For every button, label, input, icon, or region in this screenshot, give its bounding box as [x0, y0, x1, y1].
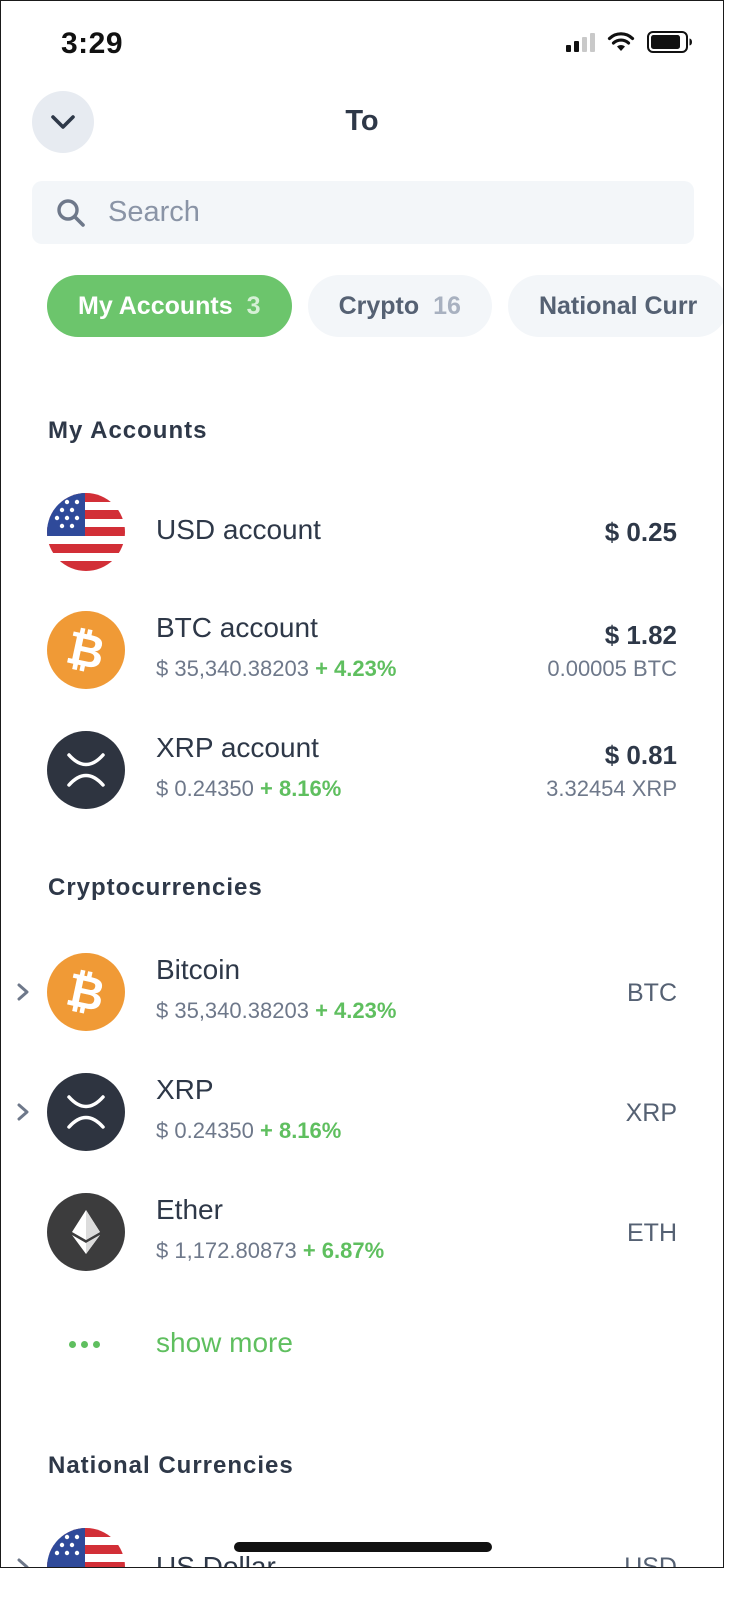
crypto-code: ETH [627, 1219, 677, 1247]
crypto-row-ether[interactable]: Ether $ 1,172.80873 + 6.87% ETH [1, 1182, 723, 1282]
more-dots-icon [69, 1341, 100, 1348]
chip-label: My Accounts [78, 291, 233, 320]
chip-count: 3 [246, 291, 261, 320]
status-time: 3:29 [61, 27, 124, 60]
price-change: + 6.87% [302, 1238, 385, 1263]
chevron-right-icon [17, 1103, 29, 1121]
section-title-my-accounts: My Accounts [48, 417, 208, 444]
show-more-label: show more [156, 1327, 293, 1358]
home-indicator[interactable] [234, 1542, 492, 1552]
crypto-name: Ether [156, 1194, 223, 1225]
xrp-icon [47, 731, 125, 809]
account-row-xrp[interactable]: XRP account $ 0.24350 + 8.16% $ 0.81 3.3… [1, 720, 723, 820]
price-value: $ 0.24350 [156, 1118, 254, 1143]
crypto-code: XRP [625, 1099, 677, 1127]
ether-icon [47, 1193, 125, 1271]
chevron-right-icon [17, 983, 29, 1001]
account-balance-btc: $ 1.82 [604, 620, 677, 650]
price-change: + 4.23% [315, 656, 397, 681]
crypto-row-xrp[interactable]: XRP $ 0.24350 + 8.16% XRP [1, 1062, 723, 1162]
account-row-usd[interactable]: USD account $ 0.25 [1, 482, 723, 582]
chip-crypto[interactable]: Crypto 16 [307, 275, 492, 337]
crypto-price: $ 1,172.80873 + 6.87% [156, 1238, 384, 1264]
chip-label: National Curr [538, 291, 698, 320]
account-native-balance: 3.32454 XRP [546, 776, 677, 801]
crypto-row-bitcoin[interactable]: ₿ Bitcoin $ 35,340.38203 + 4.23% BTC [1, 942, 723, 1042]
account-name: BTC account [156, 612, 318, 643]
chevron-right-icon [17, 1558, 29, 1567]
xrp-icon [47, 1073, 125, 1151]
account-row-btc[interactable]: ₿ BTC account $ 35,340.38203 + 4.23% $ 1… [1, 600, 723, 700]
price-change: + 8.16% [260, 1118, 342, 1143]
price-value: $ 35,340.38203 [156, 998, 309, 1023]
search-bar[interactable] [32, 181, 694, 244]
currency-code: USD [624, 1553, 677, 1568]
account-name: XRP account [156, 732, 319, 763]
price-change: + 8.16% [260, 776, 342, 801]
price-value: $ 0.24350 [156, 776, 254, 801]
account-balance-usd: $ 0.25 [604, 517, 677, 547]
crypto-name: Bitcoin [156, 954, 241, 985]
crypto-name: XRP [156, 1074, 214, 1105]
section-title-national-currencies: National Currencies [48, 1452, 294, 1479]
search-input[interactable] [108, 196, 668, 229]
account-price: $ 35,340.38203 + 4.23% [156, 656, 396, 682]
account-balance-xrp: $ 0.81 [604, 740, 677, 770]
account-price: $ 0.24350 + 8.16% [156, 776, 341, 802]
section-title-cryptocurrencies: Cryptocurrencies [48, 874, 263, 901]
us-flag-icon [47, 493, 125, 571]
chip-label: Crypto [338, 291, 420, 320]
price-value: $ 35,340.38203 [156, 656, 309, 681]
us-flag-icon [47, 1528, 125, 1567]
bitcoin-icon: ₿ [47, 953, 125, 1031]
chip-my-accounts[interactable]: My Accounts 3 [47, 275, 292, 337]
battery-icon [647, 31, 692, 53]
app-screen: 3:29 To My Accounts 3 [0, 0, 724, 1568]
page-title: To [345, 105, 379, 137]
chip-national-currencies[interactable]: National Curr [507, 275, 723, 337]
price-value: $ 1,172.80873 [156, 1238, 297, 1263]
price-change: + 4.23% [315, 998, 397, 1023]
crypto-price: $ 0.24350 + 8.16% [156, 1118, 341, 1144]
show-more-button[interactable]: show more [1, 1319, 723, 1375]
search-icon [57, 198, 85, 227]
cellular-signal-icon [566, 32, 595, 52]
wifi-icon [607, 32, 635, 51]
status-icons [566, 31, 693, 53]
account-native-balance: 0.00005 BTC [547, 656, 677, 681]
bitcoin-icon: ₿ [47, 611, 125, 689]
currency-name: US Dollar [156, 1551, 276, 1568]
crypto-code: BTC [627, 979, 677, 1007]
chip-count: 16 [433, 291, 461, 320]
crypto-price: $ 35,340.38203 + 4.23% [156, 998, 396, 1024]
account-name: USD account [156, 514, 321, 545]
filter-chips: My Accounts 3 Crypto 16 National Curr [47, 275, 723, 337]
